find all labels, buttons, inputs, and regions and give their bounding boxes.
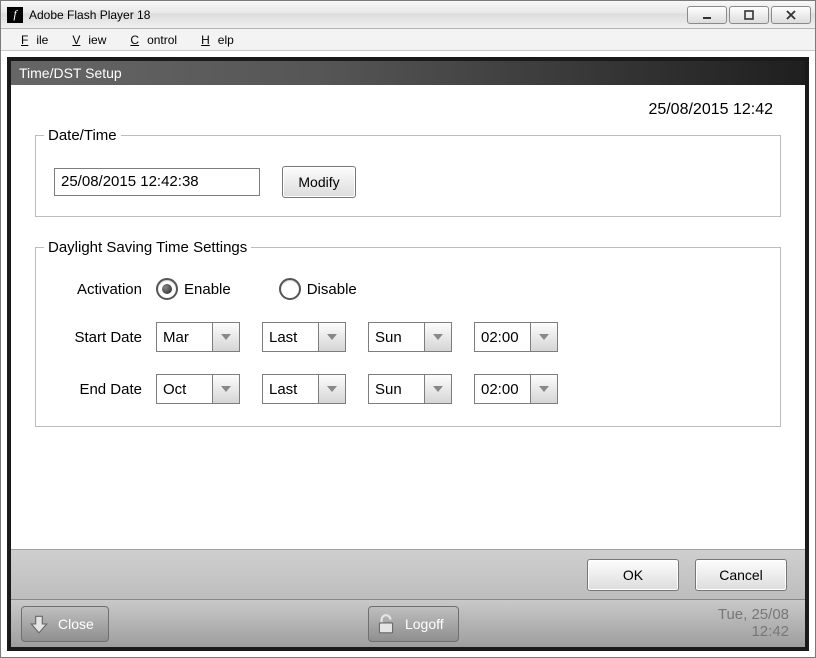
datetime-legend: Date/Time — [44, 127, 121, 144]
start-date-label: Start Date — [54, 329, 156, 346]
logoff-label: Logoff — [405, 616, 444, 632]
enable-label: Enable — [184, 281, 231, 298]
logoff-button[interactable]: Logoff — [368, 606, 459, 642]
radio-enable[interactable]: Enable — [156, 278, 231, 300]
status-clock: Tue, 25/08 12:42 — [718, 607, 795, 640]
start-time-value: 02:00 — [474, 322, 530, 352]
menu-view[interactable]: View — [56, 31, 114, 49]
cancel-button[interactable]: Cancel — [695, 559, 787, 591]
dst-group: Daylight Saving Time Settings Activation… — [35, 239, 781, 427]
activation-row: Activation Enable Disable — [54, 278, 762, 300]
close-button[interactable]: Close — [21, 606, 109, 642]
dropdown-arrow — [318, 374, 346, 404]
title-bar: f Adobe Flash Player 18 — [1, 1, 815, 29]
dst-legend: Daylight Saving Time Settings — [44, 239, 251, 256]
chevron-down-icon — [537, 382, 551, 396]
status-bar: Close Logoff Tue, 25/08 12:42 — [11, 599, 805, 647]
close-icon — [785, 9, 797, 21]
close-label: Close — [58, 616, 94, 632]
end-month-select[interactable]: Oct — [156, 374, 240, 404]
close-window-button[interactable] — [771, 6, 811, 24]
dialog-footer: OK Cancel — [11, 549, 805, 599]
start-day-select[interactable]: Sun — [368, 322, 452, 352]
disable-label: Disable — [307, 281, 357, 298]
datetime-group: Date/Time 25/08/2015 12:42:38 Modify — [35, 127, 781, 217]
chevron-down-icon — [537, 330, 551, 344]
end-week-select[interactable]: Last — [262, 374, 346, 404]
chevron-down-icon — [431, 382, 445, 396]
menu-control[interactable]: Control — [114, 31, 185, 49]
start-week-value: Last — [262, 322, 318, 352]
start-time-select[interactable]: 02:00 — [474, 322, 558, 352]
radio-disable[interactable]: Disable — [279, 278, 357, 300]
end-date-row: End Date Oct Last Sun — [54, 374, 762, 404]
end-time-value: 02:00 — [474, 374, 530, 404]
start-month-select[interactable]: Mar — [156, 322, 240, 352]
minimize-button[interactable] — [687, 6, 727, 24]
header-clock: 25/08/2015 12:42 — [35, 97, 781, 127]
end-day-value: Sun — [368, 374, 424, 404]
modify-button[interactable]: Modify — [282, 166, 356, 198]
window-controls — [687, 6, 811, 24]
dropdown-arrow — [212, 374, 240, 404]
dropdown-arrow — [530, 322, 558, 352]
end-week-value: Last — [262, 374, 318, 404]
maximize-icon — [743, 9, 755, 21]
dropdown-arrow — [424, 322, 452, 352]
chevron-down-icon — [325, 382, 339, 396]
menu-help[interactable]: Help — [185, 31, 242, 49]
chevron-down-icon — [219, 330, 233, 344]
window-title: Adobe Flash Player 18 — [29, 8, 687, 22]
dropdown-arrow — [424, 374, 452, 404]
status-date: Tue, 25/08 — [718, 607, 789, 624]
start-week-select[interactable]: Last — [262, 322, 346, 352]
activation-label: Activation — [54, 281, 156, 298]
chevron-down-icon — [431, 330, 445, 344]
status-time: 12:42 — [718, 624, 789, 641]
client-area: Time/DST Setup 25/08/2015 12:42 Date/Tim… — [1, 51, 815, 657]
arrow-down-icon — [28, 613, 50, 635]
chevron-down-icon — [219, 382, 233, 396]
end-month-value: Oct — [156, 374, 212, 404]
minimize-icon — [701, 9, 713, 21]
dropdown-arrow — [212, 322, 240, 352]
start-date-row: Start Date Mar Last Sun — [54, 322, 762, 352]
end-date-label: End Date — [54, 381, 156, 398]
ok-button[interactable]: OK — [587, 559, 679, 591]
radio-dot-icon — [156, 278, 178, 300]
start-month-value: Mar — [156, 322, 212, 352]
end-time-select[interactable]: 02:00 — [474, 374, 558, 404]
flash-icon: f — [7, 7, 23, 23]
end-day-select[interactable]: Sun — [368, 374, 452, 404]
start-day-value: Sun — [368, 322, 424, 352]
content-area: 25/08/2015 12:42 Date/Time 25/08/2015 12… — [11, 85, 805, 549]
chevron-down-icon — [325, 330, 339, 344]
menu-file[interactable]: File — [5, 31, 56, 49]
lock-open-icon — [375, 613, 397, 635]
dropdown-arrow — [318, 322, 346, 352]
inner-frame: Time/DST Setup 25/08/2015 12:42 Date/Tim… — [7, 57, 809, 651]
menu-bar: File View Control Help — [1, 29, 815, 51]
radio-dot-icon — [279, 278, 301, 300]
panel-title: Time/DST Setup — [11, 61, 805, 85]
dropdown-arrow — [530, 374, 558, 404]
app-window: f Adobe Flash Player 18 File View Contro… — [0, 0, 816, 658]
datetime-input[interactable]: 25/08/2015 12:42:38 — [54, 168, 260, 196]
maximize-button[interactable] — [729, 6, 769, 24]
